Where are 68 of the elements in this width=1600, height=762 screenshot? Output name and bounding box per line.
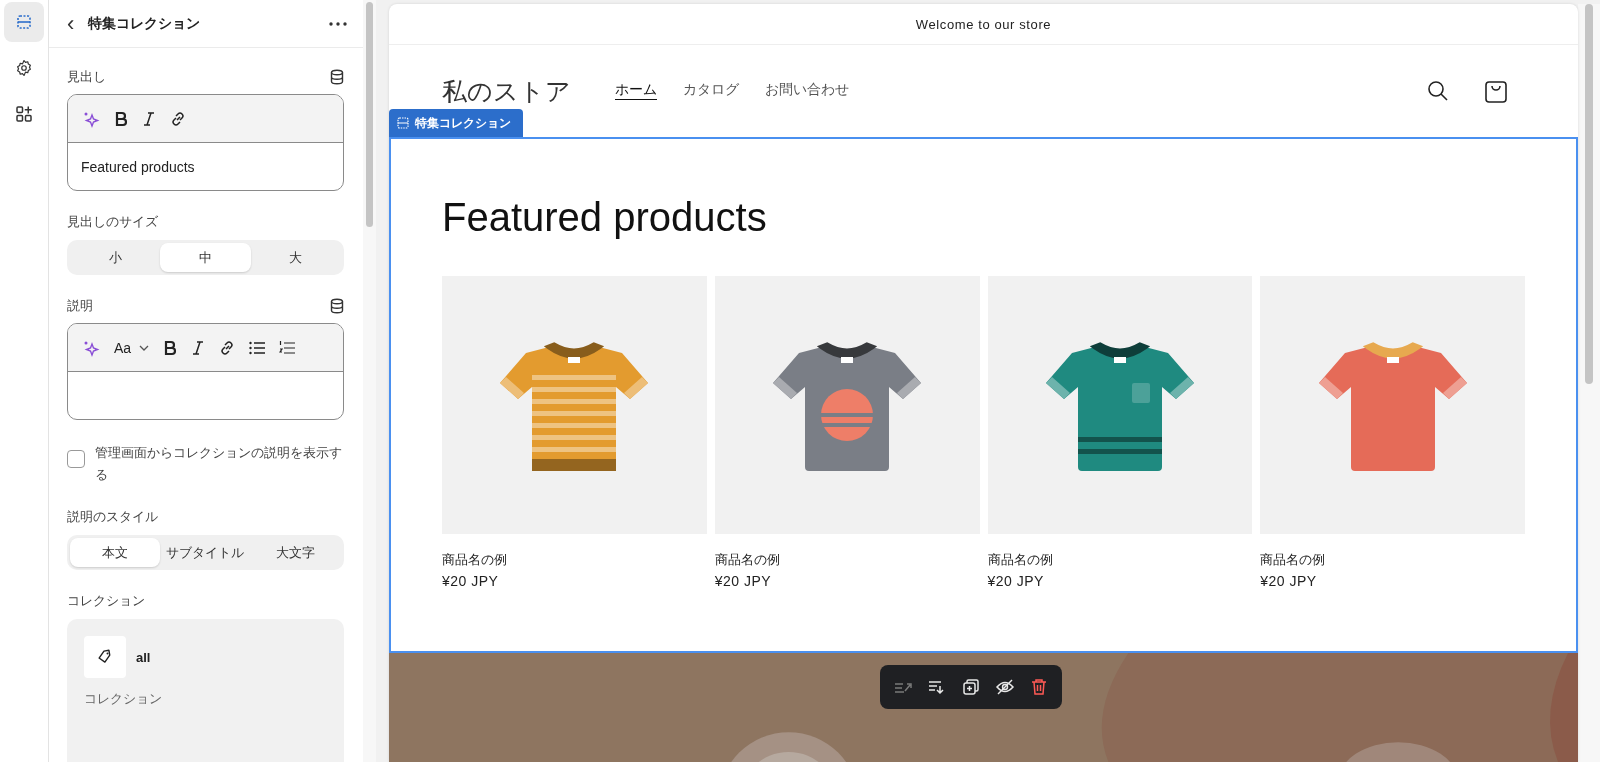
product-image[interactable] — [1260, 276, 1525, 534]
rich-text-editor[interactable]: Featured products — [67, 94, 344, 191]
checkbox[interactable] — [67, 450, 85, 468]
bold-icon[interactable] — [114, 110, 128, 127]
database-icon[interactable] — [330, 69, 344, 85]
search-icon[interactable] — [1426, 79, 1450, 103]
size-option[interactable]: 小 — [70, 243, 161, 272]
nav-link[interactable]: お問い合わせ — [765, 81, 849, 101]
scrollbar-thumb[interactable] — [1585, 4, 1593, 384]
product-image[interactable] — [987, 276, 1253, 534]
sections-icon — [15, 13, 33, 31]
collection-name: all — [136, 649, 151, 665]
section-tag[interactable]: 特集コレクション — [389, 109, 523, 137]
move-down-icon — [928, 679, 946, 695]
product-price: ¥20 JPY — [987, 573, 1045, 589]
section-heading: Featured products — [442, 195, 768, 240]
section-tag-label: 特集コレクション — [415, 114, 511, 132]
product-image[interactable] — [714, 276, 980, 534]
section-icon — [397, 117, 409, 129]
bag-icon[interactable] — [1484, 78, 1508, 104]
announcement-text: Welcome to our store — [915, 16, 1052, 32]
back-button[interactable]: ‹ — [63, 12, 79, 35]
panel-title: 特集コレクション — [88, 14, 202, 33]
rich-text-editor[interactable]: Aa — [67, 323, 344, 420]
product-price: ¥20 JPY — [714, 573, 773, 589]
product-name[interactable]: 商品名の例 — [442, 551, 707, 569]
product-name[interactable]: 商品名の例 — [987, 551, 1253, 569]
scrollbar-thumb[interactable] — [366, 2, 373, 227]
numbered-list-icon[interactable] — [279, 339, 296, 356]
trash-icon — [1031, 678, 1047, 696]
sections-button[interactable] — [4, 2, 44, 42]
caret-icon — [139, 344, 150, 351]
link-icon[interactable] — [219, 339, 236, 356]
database-icon[interactable] — [330, 298, 344, 314]
gear-icon — [15, 59, 33, 77]
tag-icon — [84, 636, 126, 678]
bullet-list-icon[interactable] — [249, 340, 266, 355]
style-option[interactable]: サブタイトル — [160, 538, 251, 567]
italic-icon[interactable] — [191, 339, 206, 356]
product-name[interactable]: 商品名の例 — [1260, 551, 1525, 569]
duplicate-icon — [962, 678, 980, 696]
field-label: 見出しのサイズ — [67, 213, 159, 231]
checkbox-label: 管理画面からコレクションの説明を表示する — [95, 444, 343, 484]
more-icon[interactable] — [329, 21, 347, 26]
nav-link[interactable]: ホーム — [615, 81, 657, 101]
field-label: 説明のスタイル — [67, 508, 159, 526]
style-option[interactable]: 本文 — [70, 538, 161, 567]
format-dropdown[interactable]: Aa — [114, 339, 150, 356]
field-label: コレクション — [67, 592, 146, 610]
style-option[interactable]: 大文字 — [250, 538, 341, 567]
apps-icon — [15, 105, 33, 123]
hide-icon — [995, 679, 1015, 695]
italic-icon[interactable] — [142, 110, 156, 127]
product-price: ¥20 JPY — [1260, 573, 1318, 589]
field-label: 説明 — [67, 297, 93, 315]
size-option[interactable]: 中 — [160, 243, 251, 272]
heading-text: Featured products — [80, 157, 196, 177]
product-price: ¥20 JPY — [442, 573, 500, 589]
link-icon[interactable] — [170, 110, 186, 127]
size-option[interactable]: 大 — [250, 243, 341, 272]
nav-link[interactable]: カタログ — [683, 81, 739, 101]
bold-icon[interactable] — [163, 339, 178, 356]
store-name[interactable]: 私のストア — [442, 74, 571, 108]
field-label: 見出し — [67, 68, 106, 86]
product-name[interactable]: 商品名の例 — [714, 551, 980, 569]
collection-caption: コレクション — [84, 690, 163, 708]
collection-card[interactable]: all コレクション — [67, 619, 344, 762]
product-image[interactable] — [442, 276, 707, 534]
